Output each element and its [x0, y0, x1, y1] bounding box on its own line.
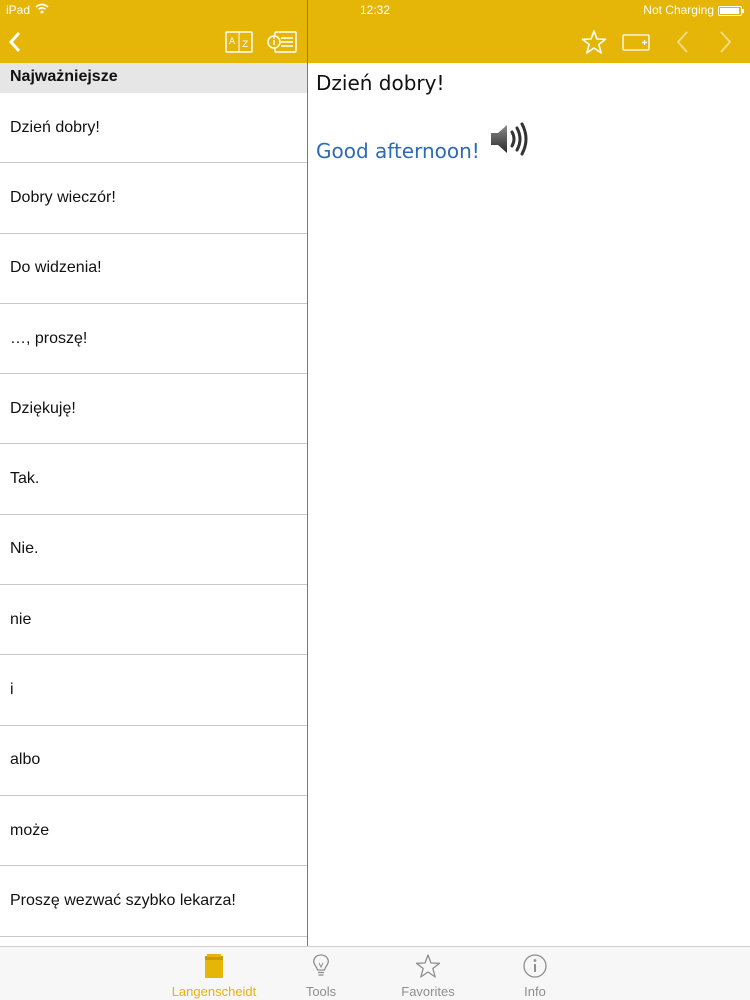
svg-text:Z: Z [242, 40, 248, 50]
lightbulb-icon [313, 954, 329, 976]
chevron-left-icon [676, 31, 688, 53]
svg-text:A: A [229, 37, 236, 47]
list-item-label: może [10, 821, 50, 839]
list-item-label: Proszę wezwać szybko lekarza! [10, 891, 236, 909]
tab-label: Langenscheidt [171, 984, 257, 999]
speaker-icon[interactable] [489, 120, 531, 163]
star-icon [415, 954, 441, 978]
section-header: Najważniejsze [0, 63, 307, 93]
info-list-button[interactable] [266, 28, 298, 56]
tab-tools[interactable]: Tools [276, 947, 366, 1000]
star-icon [581, 30, 607, 54]
list-item[interactable]: Dobry wieczór! [0, 163, 307, 234]
list-item-label: Dzień dobry! [10, 118, 100, 136]
az-sort-icon: A Z [225, 31, 253, 53]
tab-info[interactable]: Info [490, 947, 580, 1000]
tab-label: Info [524, 984, 546, 999]
favorite-button[interactable] [578, 28, 610, 56]
list-item[interactable]: może [0, 796, 307, 867]
list-item-label: Nie. [10, 540, 39, 558]
list-item-label: Tak. [10, 470, 40, 488]
list-item-label: Dziękuję! [10, 399, 76, 417]
list-item[interactable]: Dziękuję! [0, 374, 307, 445]
list-item[interactable]: Tak. [0, 444, 307, 515]
list-item[interactable]: i [0, 655, 307, 726]
list-item[interactable]: nie [0, 585, 307, 656]
list-item[interactable]: Do widzenia! [0, 234, 307, 304]
status-bar: iPad 12:32 Not Charging [0, 0, 750, 20]
top-bar: iPad 12:32 Not Charging A Z [0, 0, 750, 63]
list-item-label: Dobry wieczór! [10, 188, 116, 206]
list-item[interactable]: …, proszę! [0, 304, 307, 375]
list-item[interactable]: Dzień dobry! [0, 93, 307, 164]
chevron-left-icon [8, 32, 21, 52]
list-item-label: …, proszę! [10, 329, 88, 347]
tab-favorites[interactable]: Favorites [383, 947, 473, 1000]
battery-icon [718, 6, 744, 16]
tab-langenscheidt[interactable]: Langenscheidt [169, 947, 259, 1000]
clock: 12:32 [359, 3, 391, 17]
phrase-title: Dzień dobry! [316, 71, 445, 95]
info-list-icon [267, 31, 297, 53]
battery-status: Not Charging [643, 3, 714, 17]
phrase-list: Dzień dobry! Dobry wieczór! Do widzenia! …,… [0, 93, 307, 937]
previous-entry-button[interactable] [670, 28, 694, 56]
info-icon [523, 954, 547, 978]
list-item[interactable]: Proszę wezwać szybko lekarza! [0, 866, 307, 937]
add-card-button[interactable] [621, 28, 653, 56]
next-entry-button[interactable] [714, 28, 738, 56]
list-item-label: nie [10, 610, 32, 628]
tab-label: Tools [305, 984, 337, 999]
list-item-label: i [10, 681, 14, 699]
list-item-label: Do widzenia! [10, 259, 102, 277]
back-button[interactable] [2, 28, 28, 56]
tab-label: Favorites [401, 984, 455, 999]
add-card-icon [622, 34, 650, 51]
book-icon [205, 954, 223, 978]
translation-text[interactable]: Good afternoon! [316, 139, 480, 163]
az-sort-button[interactable]: A Z [224, 28, 254, 56]
split-divider [307, 0, 308, 946]
tab-bar: Langenscheidt Tools Favorites Info [0, 946, 750, 1000]
list-item-label: albo [10, 751, 41, 769]
chevron-right-icon [720, 31, 732, 53]
list-item[interactable]: albo [0, 726, 307, 796]
list-item[interactable]: Nie. [0, 515, 307, 586]
